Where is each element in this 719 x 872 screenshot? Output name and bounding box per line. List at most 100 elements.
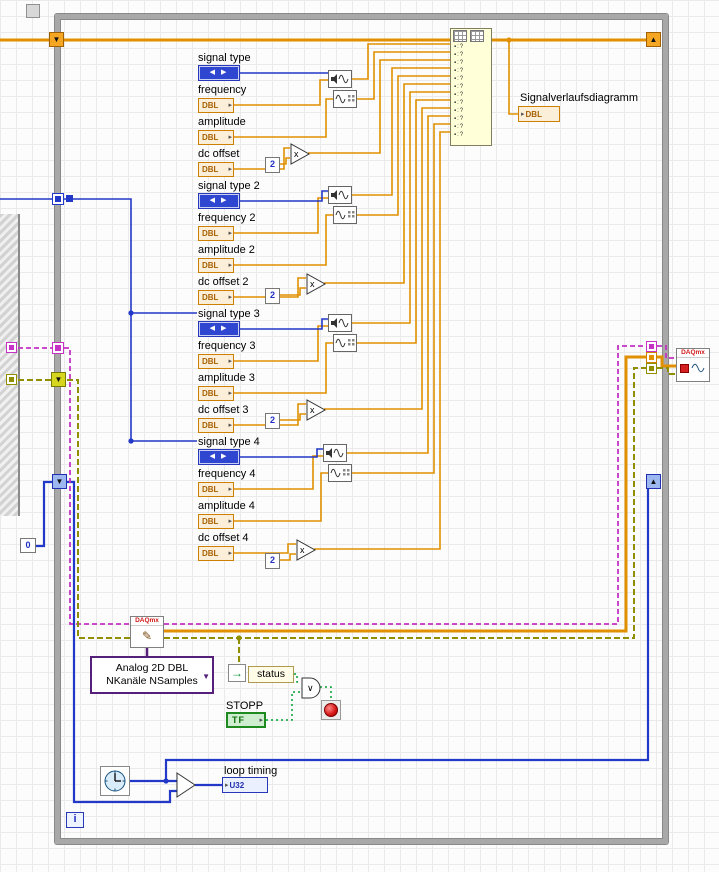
task-tunnel[interactable] <box>6 342 17 353</box>
simulate-signal-icon[interactable] <box>333 334 357 352</box>
merge-input-row[interactable] <box>451 123 491 131</box>
daqmx-instance-selector[interactable]: Analog 2D DBL NKanäle NSamples ▼ <box>90 656 214 694</box>
signal-type-terminal[interactable]: ◀ ▶ <box>198 449 240 465</box>
merge-input-row[interactable] <box>451 107 491 115</box>
numeric-constant[interactable]: 2 <box>265 157 280 173</box>
sr-down-icon: ▼ <box>52 34 61 44</box>
merge-input-row[interactable] <box>451 59 491 67</box>
frequency-terminal[interactable]: DBL ▸ <box>198 226 234 241</box>
tick-count-clock[interactable] <box>100 766 130 796</box>
terminal-arrow-icon: ▸ <box>225 781 229 789</box>
shift-register-right-data[interactable]: ▲ <box>646 32 661 47</box>
daqmx-read-node[interactable]: DAQmx ✎ <box>130 616 164 648</box>
merge-input-row[interactable] <box>451 115 491 123</box>
svg-text:∨: ∨ <box>307 683 314 693</box>
terminal-arrow-icon: ▸ <box>228 102 232 109</box>
merge-input-row[interactable] <box>451 83 491 91</box>
terminal-arrow-icon: ▸ <box>228 358 232 365</box>
simulate-signal-icon[interactable] <box>328 314 352 332</box>
shift-register-right-timing[interactable]: ▲ <box>646 474 661 489</box>
error-tunnel[interactable] <box>6 374 17 385</box>
merge-input-row[interactable] <box>451 91 491 99</box>
frequency-terminal[interactable]: DBL ▸ <box>198 98 234 113</box>
shift-register-left-error[interactable]: ▼ <box>51 372 66 387</box>
stop-label: STOPP <box>226 700 264 712</box>
merge-input-row[interactable] <box>451 131 491 139</box>
waveform-icon <box>691 363 704 373</box>
while-loop[interactable] <box>55 14 668 844</box>
terminal-arrow-icon: ▸ <box>228 390 232 397</box>
signal-type-terminal[interactable]: ◀ ▶ <box>198 321 240 337</box>
error-status-node[interactable]: → <box>228 664 246 682</box>
signal-type-label: signal type 4 <box>198 436 260 448</box>
amplitude-terminal[interactable]: DBL ▸ <box>198 386 234 401</box>
frequency-terminal[interactable]: DBL ▸ <box>198 354 234 369</box>
loop-condition-terminal[interactable] <box>321 700 341 720</box>
multiply-node[interactable]: x <box>296 539 317 561</box>
dc-offset-terminal[interactable]: DBL ▸ <box>198 162 234 177</box>
shift-register-left-data[interactable]: ▼ <box>49 32 64 47</box>
simulate-signal-icon[interactable] <box>328 464 352 482</box>
amplitude-label: amplitude <box>198 116 246 128</box>
task-tunnel-left[interactable] <box>52 342 64 354</box>
chart-terminal[interactable]: ▸ DBL <box>518 106 560 122</box>
simulate-signal-icon[interactable] <box>333 206 357 224</box>
merge-input-row[interactable] <box>451 67 491 75</box>
signal-type-terminal[interactable]: ◀ ▶ <box>198 193 240 209</box>
svg-text:x: x <box>310 405 315 415</box>
svg-text:x: x <box>294 149 299 159</box>
multiply-node[interactable]: x <box>306 273 327 295</box>
svg-text:x: x <box>310 279 315 289</box>
merge-input-row[interactable] <box>451 75 491 83</box>
amplitude-terminal[interactable]: DBL ▸ <box>198 258 234 273</box>
multiply-node[interactable]: x <box>290 143 311 165</box>
task-tunnel-right[interactable] <box>646 341 657 352</box>
daqmx-write-node[interactable]: DAQmx <box>676 348 710 382</box>
terminal-arrow-icon: ▸ <box>521 110 525 118</box>
numeric-constant[interactable]: 2 <box>265 553 280 569</box>
signal-type-tunnel[interactable] <box>52 193 64 205</box>
array-grid-icon <box>453 30 467 42</box>
stop-sign-icon <box>324 703 338 717</box>
merge-input-row[interactable] <box>451 43 491 51</box>
amplitude-terminal[interactable]: DBL ▸ <box>198 130 234 145</box>
signal-type-terminal[interactable]: ◀ ▶ <box>198 65 240 81</box>
structure-fragment <box>26 4 40 18</box>
simulate-signal-icon[interactable] <box>333 90 357 108</box>
data-tunnel-right[interactable] <box>646 352 657 363</box>
enum-arrows-icon: ◀ ▶ <box>200 451 238 463</box>
merge-signals-node[interactable] <box>450 28 492 146</box>
merge-input-row[interactable] <box>451 51 491 59</box>
or-gate[interactable]: ∨ <box>300 676 324 700</box>
shift-register-left-timing[interactable]: ▼ <box>52 474 67 489</box>
adjacent-structure[interactable] <box>0 214 20 516</box>
error-tunnel-right[interactable] <box>646 363 657 374</box>
simulate-signal-icon[interactable] <box>328 186 352 204</box>
subtract-node[interactable] <box>175 771 199 799</box>
terminal-arrow-icon: ▸ <box>228 166 232 173</box>
numeric-constant[interactable]: 2 <box>265 288 280 304</box>
loop-timing-label: loop timing <box>224 765 278 777</box>
loop-timing-terminal[interactable]: ▸ U32 <box>222 777 268 793</box>
amplitude-terminal[interactable]: DBL ▸ <box>198 514 234 529</box>
array-grid-icon <box>470 30 484 42</box>
sr-down-icon: ▼ <box>55 476 64 486</box>
dc-offset-label: dc offset 2 <box>198 276 249 288</box>
multiply-node[interactable]: x <box>306 399 327 421</box>
iteration-terminal[interactable]: i <box>66 812 84 828</box>
sr-down-icon: ▼ <box>54 374 63 384</box>
stop-boolean-terminal[interactable]: TF ▸ <box>226 712 266 728</box>
simulate-signal-icon[interactable] <box>323 444 347 462</box>
svg-text:x: x <box>300 545 305 555</box>
init-constant[interactable]: 0 <box>20 538 36 553</box>
dc-offset-terminal[interactable]: DBL ▸ <box>198 546 234 561</box>
frequency-label: frequency <box>198 84 247 96</box>
numeric-constant[interactable]: 2 <box>265 413 280 429</box>
frequency-terminal[interactable]: DBL ▸ <box>198 482 234 497</box>
simulate-signal-icon[interactable] <box>328 70 352 88</box>
dc-offset-label: dc offset 4 <box>198 532 249 544</box>
enum-arrows-icon: ◀ ▶ <box>200 195 238 207</box>
dc-offset-terminal[interactable]: DBL ▸ <box>198 418 234 433</box>
merge-input-row[interactable] <box>451 99 491 107</box>
dc-offset-terminal[interactable]: DBL ▸ <box>198 290 234 305</box>
